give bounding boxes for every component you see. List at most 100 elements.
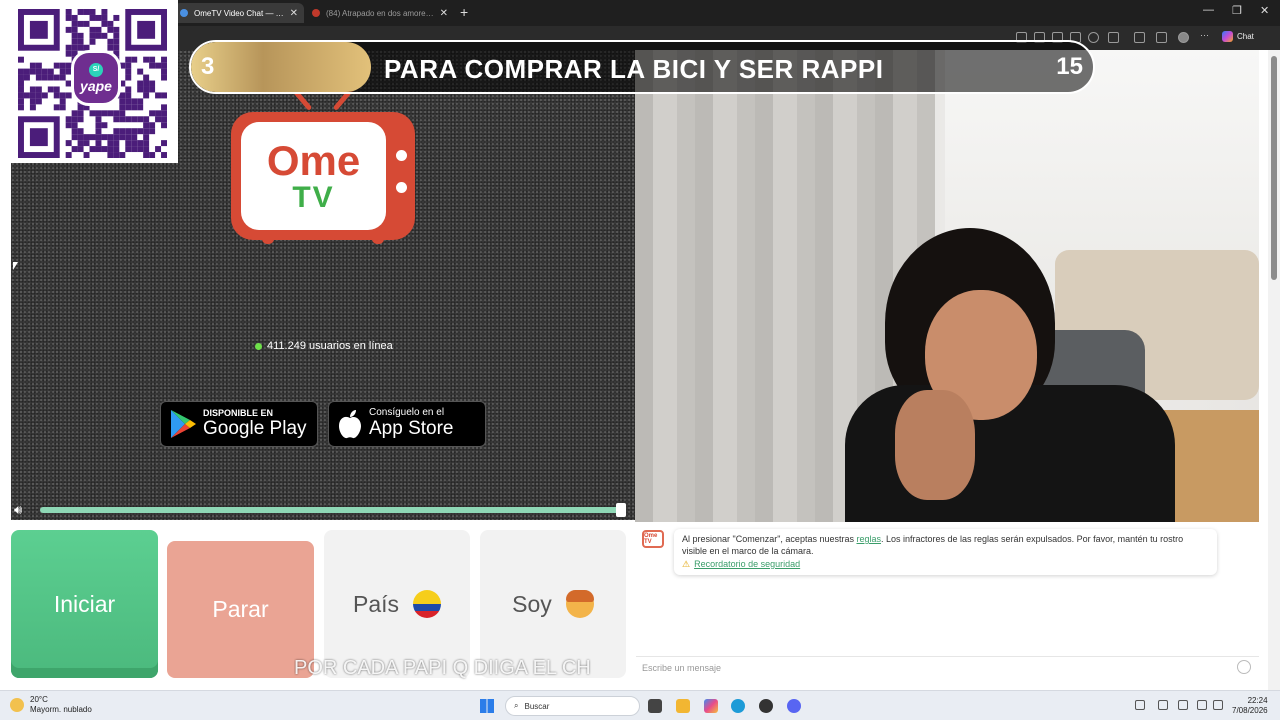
settings-icon[interactable]: [1134, 32, 1145, 43]
tab-label: (84) Atrapado en dos amores - Ju: [326, 8, 436, 18]
app-icon[interactable]: [759, 699, 773, 713]
tab-close-icon[interactable]: ✕: [290, 8, 298, 19]
online-count: 411.249 usuarios en línea: [267, 340, 393, 352]
yape-label: yape: [80, 77, 112, 94]
gender-button[interactable]: Soy: [480, 530, 626, 678]
tab-label: OmeTV Video Chat — Omegle: [194, 8, 286, 18]
safety-reminder-link[interactable]: Recordatorio de seguridad: [694, 559, 800, 569]
tv-knob-icon: [396, 150, 407, 161]
stream-caption: POR CADA PAPI Q DIIGA EL CH: [294, 657, 591, 679]
google-play-icon: [171, 410, 196, 438]
edge-icon[interactable]: [731, 699, 745, 713]
tray-app-icon[interactable]: [1158, 700, 1168, 710]
mouse-cursor-icon: [13, 262, 18, 270]
scrollbar-thumb[interactable]: [1271, 56, 1277, 280]
browser-tab-bar: OmeTV Video Chat — Omegle ✕ (84) Atrapad…: [0, 0, 1280, 26]
tv-leg: [262, 236, 274, 244]
yape-badge: S/: [89, 62, 103, 77]
profile-avatar[interactable]: [1178, 32, 1189, 43]
yape-qr-code: S/ yape: [0, 0, 178, 163]
tab-youtube[interactable]: (84) Atrapado en dos amores - Ju ✕: [306, 3, 454, 23]
app-store-big: App Store: [369, 418, 454, 439]
search-icon: ⌕: [514, 701, 519, 710]
colombia-flag-icon: [413, 590, 442, 618]
speaker-icon[interactable]: [1213, 700, 1223, 710]
new-tab-icon[interactable]: +: [460, 4, 468, 20]
youtube-favicon-icon: [312, 9, 320, 17]
google-play-small: DISPONIBLE EN: [203, 408, 274, 418]
boy-emoji-icon: [565, 590, 594, 618]
maximize-icon[interactable]: ❐: [1232, 4, 1242, 17]
online-dot-icon: [255, 342, 262, 350]
google-play-badge[interactable]: DISPONIBLE EN Google Play: [160, 401, 318, 447]
volume-icon[interactable]: 🔊︎: [14, 502, 22, 518]
warning-icon: ⚠: [682, 559, 691, 569]
task-view-icon[interactable]: [648, 699, 662, 713]
clock-date: 7/08/2026: [1232, 706, 1268, 715]
clock-time: 22:24: [1247, 696, 1268, 705]
minimize-icon[interactable]: —: [1203, 4, 1214, 16]
ometv-favicon-icon: [180, 9, 188, 17]
copilot-icon: [1222, 31, 1233, 42]
start-button[interactable]: Iniciar: [11, 530, 158, 678]
temperature: 20°C: [30, 695, 48, 704]
extensions-icon[interactable]: [1108, 32, 1119, 43]
system-clock[interactable]: 22:24 7/08/2026: [1232, 696, 1268, 716]
goal-current: 3: [201, 53, 215, 80]
gender-label: Soy: [512, 590, 552, 617]
country-label: País: [352, 590, 400, 617]
goal-progress-fill: [191, 42, 372, 92]
goal-target: 15: [1056, 53, 1083, 80]
emoji-picker-icon[interactable]: [1237, 660, 1251, 674]
person-hand: [895, 390, 975, 500]
rules-notice: Al presionar "Comenzar", aceptas nuestra…: [674, 529, 1217, 575]
close-window-icon[interactable]: ✕: [1260, 4, 1269, 17]
tray-chevron-icon[interactable]: [1135, 700, 1145, 710]
microphone-icon[interactable]: [1178, 700, 1188, 710]
start-label: Iniciar: [53, 590, 116, 617]
app-store-badge[interactable]: Consíguelo en el App Store: [328, 401, 486, 447]
tv-screen: Ome TV: [241, 122, 386, 230]
ometv-logo: Ome TV: [231, 112, 415, 240]
windows-start-icon[interactable]: [480, 699, 494, 713]
tab-ometv[interactable]: OmeTV Video Chat — Omegle ✕: [174, 3, 304, 23]
chat-input-placeholder: Escribe un mensaje: [642, 662, 722, 673]
taskbar-search[interactable]: ⌕ Buscar: [505, 696, 640, 716]
app-store-small: Consíguelo en el: [369, 407, 445, 418]
copilot-label: Chat: [1237, 32, 1254, 41]
weather-widget[interactable]: 20°C Mayorm. nublado: [10, 695, 92, 715]
tab-close-icon[interactable]: ✕: [440, 8, 448, 19]
tv-knob-icon: [396, 182, 407, 193]
goal-text: PARA COMPRAR LA BICI Y SER RAPPI: [384, 54, 884, 84]
apple-icon: [339, 410, 361, 439]
stream-goal-banner: 3 PARA COMPRAR LA BICI Y SER RAPPI 15: [189, 40, 1095, 94]
yape-logo: S/ yape: [71, 50, 121, 106]
rules-link[interactable]: reglas: [856, 534, 881, 544]
search-label: Buscar: [524, 701, 550, 711]
online-users: 411.249 usuarios en línea: [255, 340, 393, 352]
country-button[interactable]: País: [324, 530, 470, 678]
google-play-big: Google Play: [203, 418, 307, 439]
stop-label: Parar: [212, 596, 269, 622]
copilot-chat-button[interactable]: Chat: [1222, 31, 1254, 42]
file-explorer-icon[interactable]: [676, 699, 690, 713]
more-menu-icon[interactable]: ···: [1200, 30, 1211, 41]
logo-bottom-text: TV: [292, 181, 335, 214]
discord-icon[interactable]: [787, 699, 801, 713]
volume-slider-knob[interactable]: [616, 503, 626, 517]
volume-slider[interactable]: [40, 507, 625, 513]
favorite-icon[interactable]: [1088, 32, 1099, 43]
tv-leg: [372, 236, 384, 244]
network-icon[interactable]: [1197, 700, 1207, 710]
weather-text: Mayorm. nublado: [30, 705, 92, 714]
ometv-chat-logo-icon: Ome TV: [642, 530, 664, 548]
page-scrollbar[interactable]: [1268, 50, 1280, 690]
chat-message-input[interactable]: Escribe un mensaje: [636, 656, 1259, 678]
windows-taskbar: 20°C Mayorm. nublado ⌕ Buscar 22:24 7/08…: [0, 690, 1280, 720]
copilot-app-icon[interactable]: [704, 699, 718, 713]
favorites-icon[interactable]: [1156, 32, 1167, 43]
logo-top-text: Ome: [266, 137, 361, 184]
stop-button[interactable]: Parar: [167, 541, 314, 678]
weather-icon: [10, 698, 24, 712]
notice-text-before: Al presionar "Comenzar", aceptas nuestra…: [682, 534, 857, 544]
